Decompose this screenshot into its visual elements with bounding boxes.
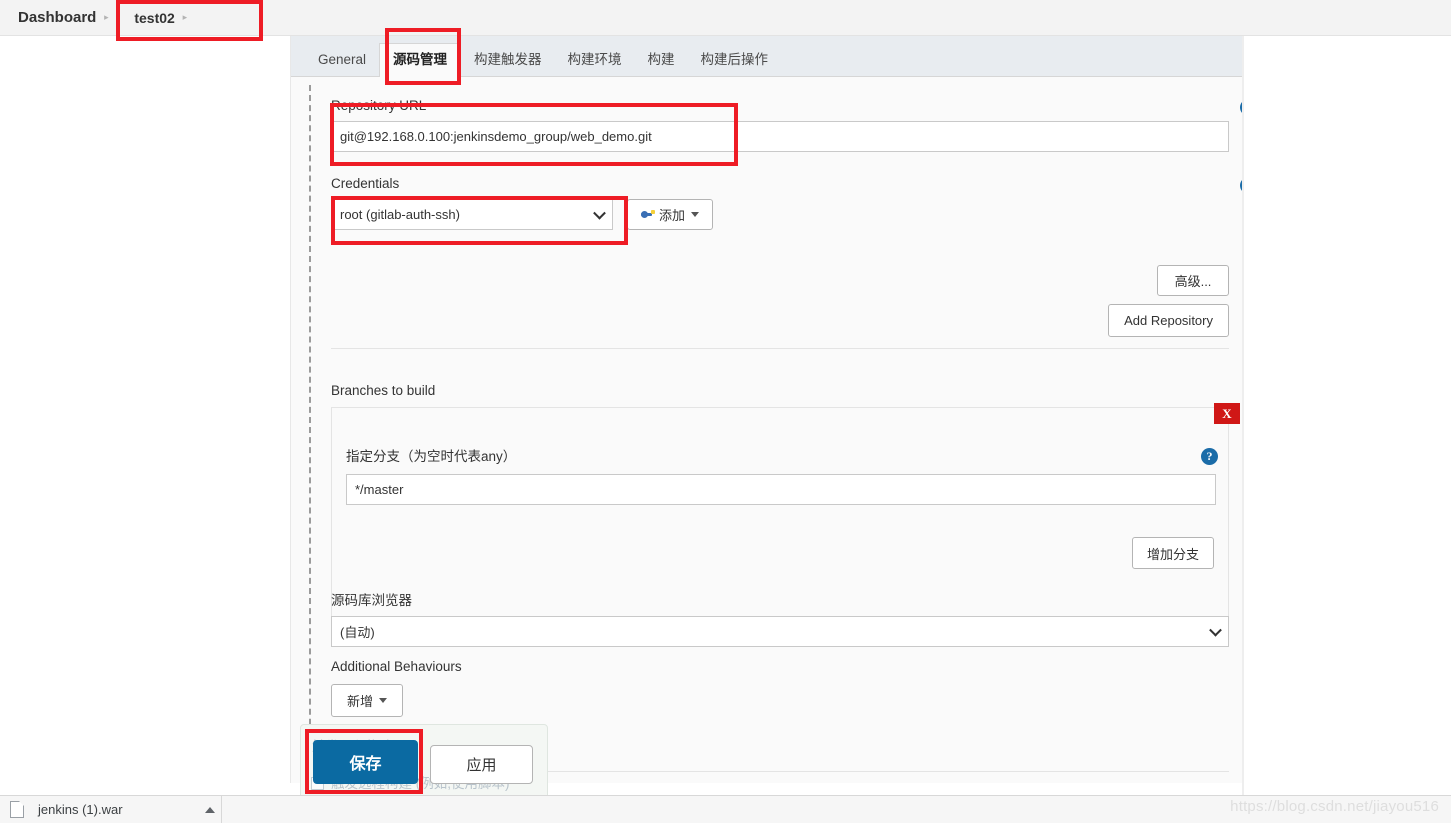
tab-build-environment[interactable]: 构建环境 bbox=[555, 44, 635, 77]
delete-branch-button[interactable]: X bbox=[1214, 403, 1240, 424]
chevron-down-icon bbox=[593, 206, 606, 220]
tab-general[interactable]: General bbox=[305, 44, 379, 77]
field-repository-url: Repository URL ? bbox=[331, 97, 1243, 152]
field-credentials: Credentials root (gitlab-auth-ssh) 添加 ? bbox=[331, 175, 1243, 230]
tab-build-triggers[interactable]: 构建触发器 bbox=[461, 44, 555, 77]
chevron-down-icon-browser bbox=[1209, 623, 1222, 637]
caret-up-icon[interactable] bbox=[205, 806, 215, 813]
repository-url-input[interactable] bbox=[331, 121, 1229, 152]
advanced-button[interactable]: 高级... bbox=[1157, 265, 1229, 296]
breadcrumb: Dashboard ▸ test02 ▸ bbox=[0, 0, 1451, 36]
branch-specifier-input[interactable] bbox=[346, 474, 1216, 505]
field-branches-to-build: Branches to build ? bbox=[331, 382, 1229, 400]
caret-down-icon-behaviour bbox=[379, 698, 387, 703]
breadcrumb-separator-icon-2: ▸ bbox=[182, 12, 188, 22]
file-icon bbox=[10, 801, 24, 818]
tab-post-build-actions[interactable]: 构建后操作 bbox=[688, 44, 782, 77]
panel-right-edge bbox=[1242, 36, 1244, 796]
breadcrumb-item-project[interactable]: test02 bbox=[132, 10, 176, 26]
repository-browser-label: 源码库浏览器 bbox=[331, 593, 412, 608]
repo-actions: 高级... Add Repository bbox=[331, 265, 1229, 337]
repository-block-divider bbox=[331, 348, 1229, 349]
add-behaviour-button[interactable]: 新增 bbox=[331, 684, 403, 717]
breadcrumb-separator-icon: ▸ bbox=[104, 12, 109, 22]
repository-browser-select[interactable]: (自动) bbox=[331, 616, 1229, 647]
field-repository-browser: 源码库浏览器 (自动) ? bbox=[331, 592, 1229, 647]
repository-url-label: Repository URL bbox=[331, 98, 427, 113]
add-repository-button[interactable]: Add Repository bbox=[1108, 304, 1229, 337]
breadcrumb-item-dashboard[interactable]: Dashboard bbox=[16, 9, 98, 26]
branches-to-build-label: Branches to build bbox=[331, 383, 436, 398]
config-tabbar: General 源码管理 构建触发器 构建环境 构建 构建后操作 bbox=[291, 36, 1243, 77]
add-behaviour-label: 新增 bbox=[346, 694, 373, 709]
add-credentials-label: 添加 bbox=[659, 208, 686, 223]
tab-source-code-management[interactable]: 源码管理 bbox=[379, 42, 462, 77]
section-rail bbox=[309, 85, 311, 765]
save-button[interactable]: 保存 bbox=[313, 740, 418, 784]
credentials-label: Credentials bbox=[331, 176, 400, 191]
browser-download-bar: jenkins (1).war bbox=[0, 795, 1451, 823]
job-config-panel: General 源码管理 构建触发器 构建环境 构建 构建后操作 Reposit… bbox=[290, 36, 1243, 783]
download-item[interactable]: jenkins (1).war bbox=[0, 795, 222, 823]
additional-behaviours-label: Additional Behaviours bbox=[331, 659, 462, 674]
apply-button[interactable]: 应用 bbox=[430, 745, 533, 784]
repository-browser-selected-value: (自动) bbox=[340, 625, 375, 640]
help-icon-branch-specifier[interactable]: ? bbox=[1201, 448, 1218, 465]
download-file-name: jenkins (1).war bbox=[38, 802, 123, 817]
branch-specifier-label: 指定分支（为空时代表any） bbox=[346, 449, 517, 464]
config-form: Repository URL ? Credentials root (gitla… bbox=[291, 77, 1243, 783]
screen: Dashboard ▸ test02 ▸ General 源码管理 构建触发器 … bbox=[0, 0, 1451, 823]
tab-build[interactable]: 构建 bbox=[635, 44, 688, 77]
credentials-selected-value: root (gitlab-auth-ssh) bbox=[340, 207, 460, 222]
key-icon bbox=[641, 209, 656, 220]
add-branch-button[interactable]: 增加分支 bbox=[1131, 537, 1214, 569]
credentials-select[interactable]: root (gitlab-auth-ssh) bbox=[331, 199, 613, 230]
add-credentials-button[interactable]: 添加 bbox=[627, 199, 714, 230]
caret-down-icon bbox=[691, 212, 700, 217]
field-additional-behaviours: Additional Behaviours 新增 bbox=[331, 658, 1229, 717]
